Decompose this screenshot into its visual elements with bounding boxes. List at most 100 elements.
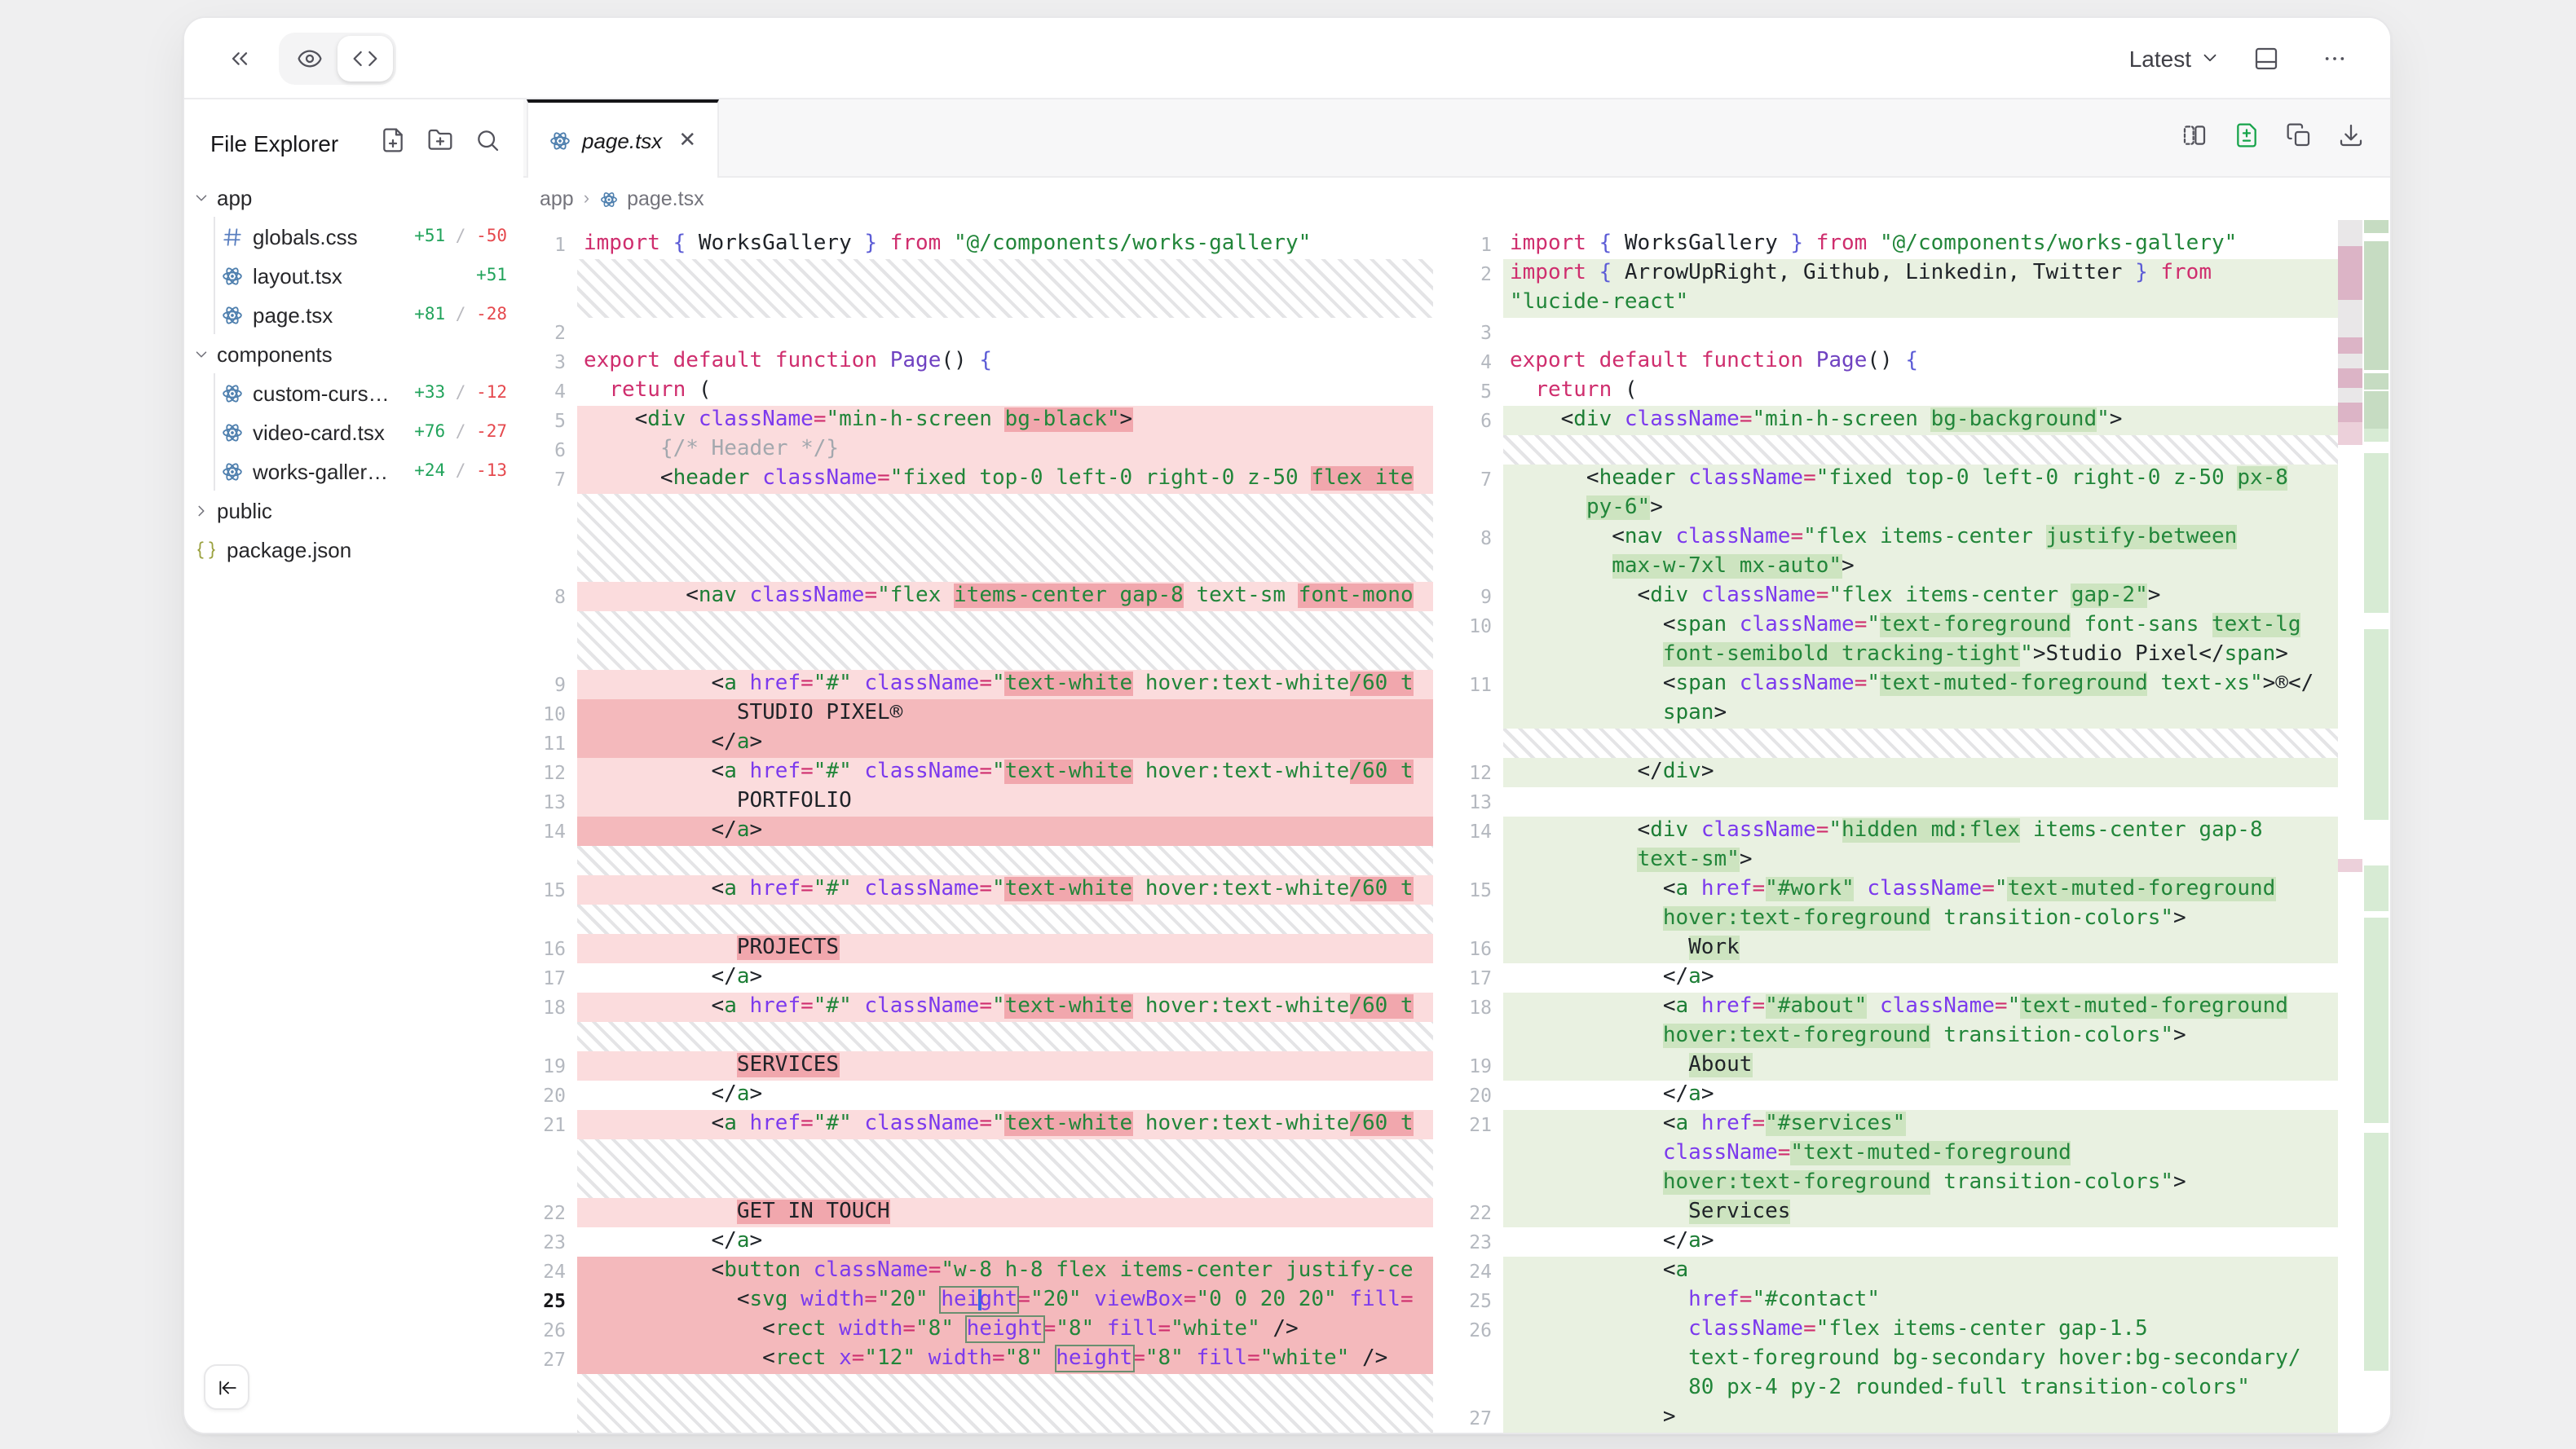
- code-line[interactable]: 12 </div>: [1433, 758, 2338, 787]
- code-line[interactable]: 22 Services: [1433, 1198, 2338, 1227]
- panel-bottom-button[interactable]: [2243, 35, 2289, 81]
- code-line[interactable]: 23 </a>: [523, 1227, 1433, 1257]
- sidebar-folder-app[interactable]: app: [184, 178, 523, 217]
- code-line[interactable]: className="text-muted-foreground: [1433, 1139, 2338, 1169]
- code-line[interactable]: 11 </a>: [523, 729, 1433, 758]
- code-line[interactable]: 17 </a>: [523, 963, 1433, 993]
- code-line[interactable]: font-semibold tracking-tight">Studio Pix…: [1433, 641, 2338, 670]
- code-toggle[interactable]: [337, 35, 393, 81]
- code-line[interactable]: 6 <div className="min-h-screen bg-backgr…: [1433, 406, 2338, 435]
- tree-chevron[interactable]: [184, 188, 217, 206]
- code-line[interactable]: 21 <a href="#" className="text-white hov…: [523, 1110, 1433, 1139]
- code-line[interactable]: hover:text-foreground transition-colors"…: [1433, 1169, 2338, 1198]
- more-options-button[interactable]: [2312, 35, 2358, 81]
- tree-chevron[interactable]: [184, 501, 217, 519]
- code-line[interactable]: 2: [523, 318, 1433, 347]
- tab-page-tsx[interactable]: page.tsx ✕: [527, 99, 719, 178]
- code-line[interactable]: 4 return (: [523, 377, 1433, 406]
- line-number: 26: [523, 1315, 577, 1345]
- sidebar-file-globals.css[interactable]: globals.css+51 / -50: [184, 217, 523, 256]
- code-line[interactable]: py-6">: [1433, 494, 2338, 523]
- code-line[interactable]: max-w-7xl mx-auto">: [1433, 553, 2338, 582]
- search-button[interactable]: [474, 126, 501, 161]
- code-line[interactable]: "lucide-react": [1433, 288, 2338, 318]
- code-line[interactable]: 23 </a>: [1433, 1227, 2338, 1257]
- sidebar-file-layout.tsx[interactable]: layout.tsx+51: [184, 256, 523, 295]
- code-line[interactable]: 1import { WorksGallery } from "@/compone…: [523, 230, 1433, 259]
- code-line[interactable]: 3export default function Page() {: [523, 347, 1433, 377]
- code-line[interactable]: 7 <header className="fixed top-0 left-0 …: [1433, 465, 2338, 494]
- sidebar-file-page.tsx[interactable]: page.tsx+81 / -28: [184, 295, 523, 334]
- code-line[interactable]: 7 <header className="fixed top-0 left-0 …: [523, 465, 1433, 494]
- code-line[interactable]: 24 <a: [1433, 1257, 2338, 1286]
- code-line[interactable]: 16 PROJECTS: [523, 934, 1433, 963]
- code-line[interactable]: 4export default function Page() {: [1433, 347, 2338, 377]
- code-line[interactable]: 15 <a href="#" className="text-white hov…: [523, 875, 1433, 905]
- sidebar-file-package.json[interactable]: package.json: [184, 530, 523, 569]
- code-line[interactable]: 3: [1433, 318, 2338, 347]
- code-line[interactable]: hover:text-foreground transition-colors"…: [1433, 1022, 2338, 1051]
- split-view-button[interactable]: [2181, 121, 2208, 156]
- code-line[interactable]: 80 px-4 py-2 rounded-full transition-col…: [1433, 1374, 2338, 1403]
- code-line[interactable]: 15 <a href="#work" className="text-muted…: [1433, 875, 2338, 905]
- code-line[interactable]: 22 GET IN TOUCH: [523, 1198, 1433, 1227]
- code-line[interactable]: 20 </a>: [523, 1081, 1433, 1110]
- code-line[interactable]: text-sm">: [1433, 846, 2338, 875]
- code-line[interactable]: 6 {/* Header */}: [523, 435, 1433, 465]
- code-line[interactable]: 27 <rect x="12" width="8" height="8" fil…: [523, 1345, 1433, 1374]
- file-diff-button[interactable]: [2234, 121, 2260, 156]
- code-line[interactable]: 1import { WorksGallery } from "@/compone…: [1433, 230, 2338, 259]
- sidebar-file-worksgaller[interactable]: works-galler…+24 / -13: [184, 451, 523, 491]
- code-line[interactable]: 19 SERVICES: [523, 1051, 1433, 1081]
- code-line[interactable]: 10 STUDIO PIXEL®: [523, 699, 1433, 729]
- code-line[interactable]: 13 PORTFOLIO: [523, 787, 1433, 817]
- code-line[interactable]: 11 <span className="text-muted-foregroun…: [1433, 670, 2338, 699]
- sidebar-folder-components[interactable]: components: [184, 334, 523, 373]
- diff-minimap[interactable]: [2338, 220, 2390, 1433]
- breadcrumb-folder[interactable]: app: [540, 187, 574, 210]
- tree-chevron[interactable]: [184, 345, 217, 363]
- version-dropdown[interactable]: Latest: [2129, 45, 2221, 71]
- code-line[interactable]: 16 Work: [1433, 934, 2338, 963]
- code-line[interactable]: 10 <span className="text-foreground font…: [1433, 611, 2338, 641]
- collapse-panel-button[interactable]: [217, 35, 262, 81]
- code-line[interactable]: 25 <svg width="20" height="20" viewBox="…: [523, 1286, 1433, 1315]
- code-line[interactable]: 8 <nav className="flex items-center just…: [1433, 523, 2338, 553]
- code-line[interactable]: span>: [1433, 699, 2338, 729]
- code-line[interactable]: 24 <button className="w-8 h-8 flex items…: [523, 1257, 1433, 1286]
- code-line[interactable]: 20 </a>: [1433, 1081, 2338, 1110]
- code-line[interactable]: 2import { ArrowUpRight, Github, Linkedin…: [1433, 259, 2338, 288]
- sidebar-folder-public[interactable]: public: [184, 491, 523, 530]
- code-line[interactable]: 25 href="#contact": [1433, 1286, 2338, 1315]
- code-line[interactable]: 8 <nav className="flex items-center gap-…: [523, 582, 1433, 611]
- code-line[interactable]: 5 return (: [1433, 377, 2338, 406]
- diff-pane-original[interactable]: 1import { WorksGallery } from "@/compone…: [523, 220, 1433, 1433]
- code-line[interactable]: 19 About: [1433, 1051, 2338, 1081]
- sidebar-file-customcurs[interactable]: custom-curs…+33 / -12: [184, 373, 523, 412]
- preview-toggle[interactable]: [282, 35, 337, 81]
- code-line[interactable]: 9 <a href="#" className="text-white hove…: [523, 670, 1433, 699]
- code-line[interactable]: 14 <div className="hidden md:flex items-…: [1433, 817, 2338, 846]
- code-line[interactable]: 21 <a href="#services": [1433, 1110, 2338, 1139]
- code-line[interactable]: 12 <a href="#" className="text-white hov…: [523, 758, 1433, 787]
- diff-pane-modified[interactable]: 1import { WorksGallery } from "@/compone…: [1433, 220, 2338, 1433]
- code-line[interactable]: 18 <a href="#" className="text-white hov…: [523, 993, 1433, 1022]
- code-line[interactable]: 26 className="flex items-center gap-1.5: [1433, 1315, 2338, 1345]
- code-line[interactable]: 27 >: [1433, 1403, 2338, 1433]
- code-line[interactable]: 9 <div className="flex items-center gap-…: [1433, 582, 2338, 611]
- code-line[interactable]: 18 <a href="#about" className="text-mute…: [1433, 993, 2338, 1022]
- code-line[interactable]: 14 </a>: [523, 817, 1433, 846]
- new-folder-button[interactable]: [427, 126, 453, 161]
- code-line[interactable]: text-foreground bg-secondary hover:bg-se…: [1433, 1345, 2338, 1374]
- code-line[interactable]: 5 <div className="min-h-screen bg-black"…: [523, 406, 1433, 435]
- collapse-sidebar-button[interactable]: [204, 1364, 249, 1410]
- sidebar-file-videocard.tsx[interactable]: video-card.tsx+76 / -27: [184, 412, 523, 451]
- code-line[interactable]: hover:text-foreground transition-colors"…: [1433, 905, 2338, 934]
- code-line[interactable]: 13: [1433, 787, 2338, 817]
- code-line[interactable]: 17 </a>: [1433, 963, 2338, 993]
- download-button[interactable]: [2338, 121, 2364, 156]
- new-file-button[interactable]: [380, 126, 406, 161]
- copy-button[interactable]: [2286, 121, 2312, 156]
- code-line[interactable]: 26 <rect width="8" height="8" fill="whit…: [523, 1315, 1433, 1345]
- tab-close-icon[interactable]: ✕: [678, 127, 696, 153]
